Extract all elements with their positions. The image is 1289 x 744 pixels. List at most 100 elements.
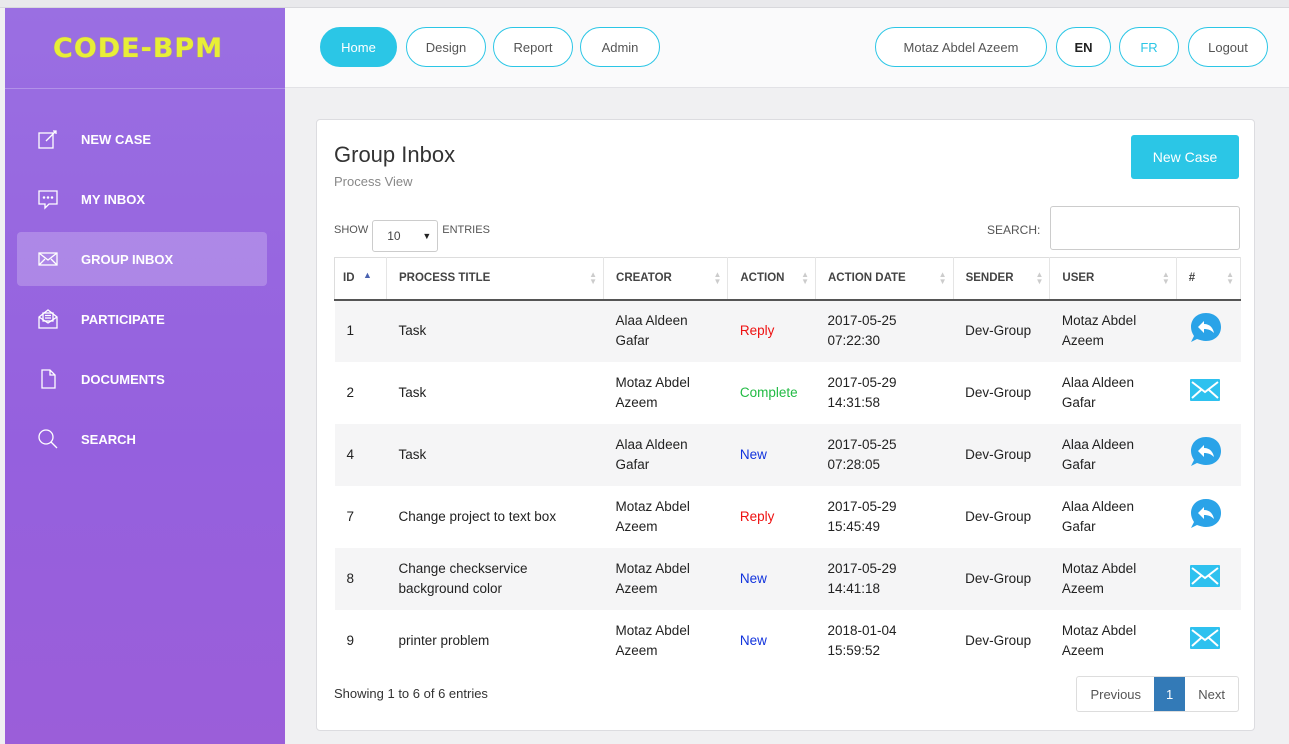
- cell-action-date: 2017-05-25 07:22:30: [815, 299, 954, 362]
- cell-user: Alaa Aldeen Gafar: [1049, 423, 1177, 486]
- cell-process-title: Task: [386, 361, 604, 424]
- inbox-table: ID ▲ PROCESS TITLE ▲ ▼ CREATOR ▲ ▼ ACTION ▲ ▼ A…: [334, 257, 1242, 672]
- app-logo[interactable]: CODE-BPM: [5, 8, 285, 88]
- cell-action-date: 2017-05-29 14:31:58: [815, 361, 954, 424]
- sidebar-item-documents[interactable]: DOCUMENTS: [17, 352, 267, 406]
- search-icon: [38, 429, 58, 449]
- sort-icon: ▲ ▼: [1161, 270, 1170, 286]
- nav-admin-button[interactable]: Admin: [580, 27, 660, 67]
- search-input[interactable]: [1050, 206, 1240, 250]
- cell-process-title: Task: [386, 423, 604, 486]
- user-profile-button[interactable]: Motaz Abdel Azeem: [875, 27, 1047, 67]
- sidebar-item-label: SEARCH: [81, 431, 136, 447]
- entries-select[interactable]: 10 ▼: [372, 220, 439, 252]
- cell-action-date: 2017-05-25 07:28:05: [815, 423, 954, 486]
- cell-process-title: Change project to text box: [386, 485, 604, 548]
- lang-en-button[interactable]: EN: [1056, 27, 1111, 67]
- cell-user: Motaz Abdel Azeem: [1049, 299, 1177, 362]
- top-navigation: Home Design Report Admin Motaz Abdel Aze…: [285, 8, 1289, 88]
- pagination-next-button[interactable]: Next: [1185, 677, 1238, 711]
- page-title: Group Inbox: [334, 142, 456, 167]
- sidebar-item-label: GROUP INBOX: [81, 251, 174, 267]
- sort-icon: ▲ ▼: [713, 270, 722, 286]
- column-header-actions[interactable]: # ▲ ▼: [1176, 257, 1242, 301]
- table-row[interactable]: 2 Task Motaz Abdel Azeem Complete 2017-0…: [334, 361, 1241, 424]
- table-header-row: ID ▲ PROCESS TITLE ▲ ▼ CREATOR ▲ ▼ ACTION ▲ ▼ A…: [334, 257, 1242, 301]
- column-header-sender[interactable]: SENDER ▲ ▼: [953, 257, 1051, 301]
- sidebar-item-label: NEW CASE: [81, 131, 152, 147]
- pagination-page-1[interactable]: 1: [1154, 677, 1186, 711]
- sidebar-menu: NEW CASE MY INBOX GROUP INBOX PARTICIPAT…: [17, 112, 267, 472]
- logout-button[interactable]: Logout: [1188, 27, 1268, 67]
- cell-action: Reply: [727, 299, 816, 362]
- nav-report-button[interactable]: Report: [493, 27, 573, 67]
- cell-sender: Dev-Group: [953, 361, 1050, 424]
- cell-user: Alaa Aldeen Gafar: [1049, 361, 1177, 424]
- table-row[interactable]: 7 Change project to text box Motaz Abdel…: [334, 485, 1241, 548]
- column-header-action-date[interactable]: ACTION DATE ▲ ▼: [815, 257, 954, 301]
- cell-sender: Dev-Group: [953, 547, 1050, 610]
- column-header-id[interactable]: ID ▲: [334, 257, 387, 301]
- sidebar-item-group-inbox[interactable]: GROUP INBOX: [17, 232, 267, 286]
- cell-id: 2: [334, 361, 387, 424]
- pagination: Previous 1 Next: [1076, 676, 1239, 712]
- sidebar-item-my-inbox[interactable]: MY INBOX: [17, 172, 267, 226]
- page-subtitle: Process View: [334, 174, 413, 189]
- mail-icon[interactable]: [1188, 623, 1222, 653]
- cell-sender: Dev-Group: [953, 609, 1050, 672]
- column-header-creator[interactable]: CREATOR ▲ ▼: [603, 257, 729, 301]
- mail-icon[interactable]: [1188, 561, 1222, 591]
- lang-fr-button[interactable]: FR: [1119, 27, 1179, 67]
- cell-user: Alaa Aldeen Gafar: [1049, 485, 1177, 548]
- cell-creator: Alaa Aldeen Gafar: [603, 423, 728, 486]
- reply-icon[interactable]: [1188, 310, 1224, 346]
- sort-icon: ▲ ▼: [938, 270, 947, 286]
- reply-icon[interactable]: [1188, 434, 1224, 470]
- cell-sender: Dev-Group: [953, 423, 1050, 486]
- pagination-previous-button[interactable]: Previous: [1077, 677, 1154, 711]
- sidebar-item-label: PARTICIPATE: [81, 311, 165, 327]
- mail-open-icon: [38, 309, 58, 329]
- cell-action: Complete: [727, 361, 816, 424]
- cell-id: 9: [334, 609, 387, 672]
- table-row[interactable]: 8 Change checkservice background color M…: [334, 547, 1241, 610]
- mail-icon[interactable]: [1188, 375, 1222, 405]
- entries-select-value: 10: [387, 229, 401, 243]
- cell-action: New: [727, 609, 816, 672]
- entries-length-control: SHOW 10 ▼ ENTRIES: [334, 214, 490, 252]
- sort-icon: ▲ ▼: [801, 270, 809, 286]
- table-row[interactable]: 4 Task Alaa Aldeen Gafar New 2017-05-25 …: [334, 423, 1241, 486]
- cell-creator: Alaa Aldeen Gafar: [603, 299, 728, 362]
- cell-action-icon: [1176, 485, 1241, 548]
- nav-home-button[interactable]: Home: [320, 27, 397, 67]
- document-icon: [41, 369, 56, 389]
- table-row[interactable]: 9 printer problem Motaz Abdel Azeem New …: [334, 609, 1241, 672]
- reply-icon[interactable]: [1188, 496, 1224, 532]
- sidebar-item-participate[interactable]: PARTICIPATE: [17, 292, 267, 346]
- cell-creator: Motaz Abdel Azeem: [603, 547, 728, 610]
- sidebar-item-label: DOCUMENTS: [81, 371, 165, 387]
- column-header-user[interactable]: USER ▲ ▼: [1049, 257, 1177, 301]
- cell-id: 7: [334, 485, 387, 548]
- sidebar-item-new-case[interactable]: NEW CASE: [17, 112, 267, 166]
- column-header-process-title[interactable]: PROCESS TITLE ▲ ▼: [386, 257, 605, 301]
- cell-user: Motaz Abdel Azeem: [1049, 547, 1177, 610]
- cell-action-icon: [1176, 547, 1241, 610]
- cell-action-date: 2018-01-04 15:59:52: [815, 609, 954, 672]
- column-header-action[interactable]: ACTION ▲ ▼: [727, 257, 816, 301]
- nav-design-button[interactable]: Design: [406, 27, 486, 67]
- cell-process-title: Task: [386, 299, 604, 362]
- entries-label: ENTRIES: [442, 224, 490, 236]
- cell-action-icon: [1176, 361, 1241, 424]
- sidebar-item-search[interactable]: SEARCH: [17, 412, 267, 466]
- cell-creator: Motaz Abdel Azeem: [603, 361, 728, 424]
- cell-action-date: 2017-05-29 15:45:49: [815, 485, 954, 548]
- sort-icon: ▲ ▼: [589, 270, 598, 286]
- cell-user: Motaz Abdel Azeem: [1049, 609, 1177, 672]
- message-icon: [38, 190, 58, 210]
- table-row[interactable]: 1 Task Alaa Aldeen Gafar Reply 2017-05-2…: [334, 299, 1241, 362]
- new-case-button[interactable]: New Case: [1131, 135, 1239, 179]
- group-inbox-panel: Group Inbox Process View New Case SHOW 1…: [316, 119, 1255, 731]
- cell-action: New: [727, 423, 816, 486]
- cell-id: 1: [334, 299, 387, 362]
